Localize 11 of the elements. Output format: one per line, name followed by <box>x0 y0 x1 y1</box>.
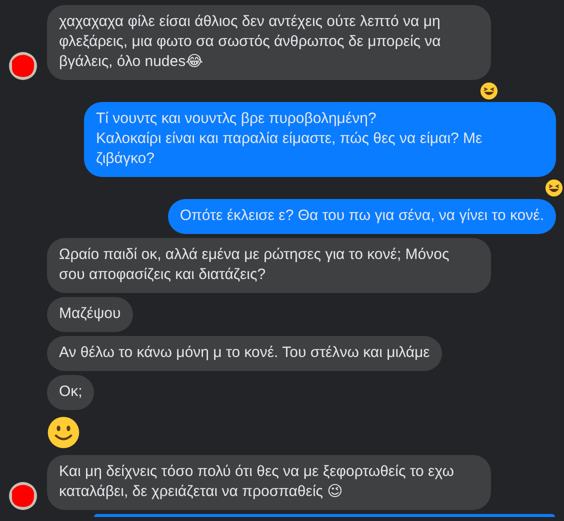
message-text: Οκ; <box>59 383 82 400</box>
message-text: χαχαχαχα φίλε είσαι άθλιος δεν αντέχεις ούτε λεπτό να μη φλεξάρεις, μια φωτο σα σωστός άνθρωπος δε μπορείς να βγάλεις, όλο nudes😂 <box>59 13 442 70</box>
message-text: Τί νουντς και νουντλς βρε πυροβολημένη? Καλοκαίρι είναι και παραλία είμαστε, πώς θες να είμαι? Με ζιβάγκο? <box>96 110 484 167</box>
laughing-emoji-icon <box>545 179 563 197</box>
smile-emoji-icon <box>47 416 80 449</box>
message-text: Μαζέψου <box>59 305 121 322</box>
message-text: Και μη δείχνεις τόσο πολύ ότι θες να με ξεφορτωθείς το εχω καταλάβει, δε χρειάζεται να προσπαθείς 😉 <box>59 463 455 500</box>
message-text: Οπότε έκλεισε ε? Θα του πω για σένα, να γίνει το κονέ. <box>180 207 544 224</box>
message-text: Αν θέλω το κάνω μόνη μ το κονέ. Του στέλνω και μιλάμε <box>59 344 430 361</box>
laughing-emoji-icon <box>480 82 498 100</box>
message-text: Ωραίο παιδί οκ, αλλά εμένα με ρώτησες για το κονέ; Μόνος σου αποφασίζεις και διατάζεις? <box>59 246 450 283</box>
